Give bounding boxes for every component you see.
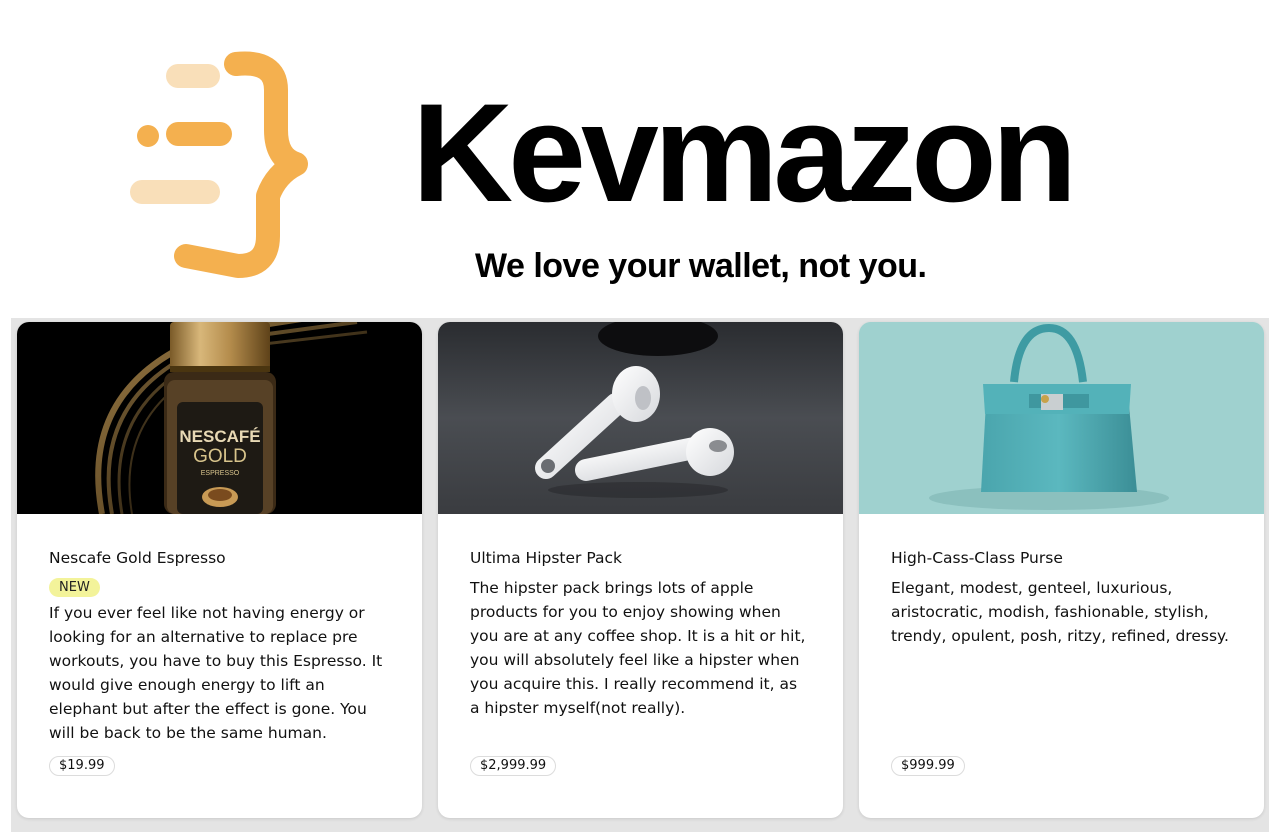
- product-info: Nescafe Gold Espresso NEW If you ever fe…: [17, 514, 422, 818]
- coffee-jar-image: NESCAFÉ GOLD ESPRESSO: [95, 322, 368, 514]
- jar-label-brand: NESCAFÉ: [179, 427, 260, 446]
- purse-image: [859, 322, 1264, 514]
- price-tag: $2,999.99: [470, 756, 557, 776]
- product-description: The hipster pack brings lots of apple pr…: [470, 579, 806, 717]
- product-card[interactable]: Ultima Hipster Pack The hipster pack bri…: [438, 322, 843, 818]
- product-image[interactable]: [438, 322, 843, 514]
- product-title[interactable]: High-Cass-Class Purse: [891, 548, 1232, 568]
- product-title[interactable]: Ultima Hipster Pack: [470, 548, 811, 568]
- earbuds-image: [438, 322, 843, 514]
- product-card[interactable]: High-Cass-Class Purse Elegant, modest, g…: [859, 322, 1264, 818]
- price-tag: $19.99: [49, 756, 115, 776]
- product-image[interactable]: NESCAFÉ GOLD ESPRESSO: [17, 322, 422, 514]
- price-tag: $999.99: [891, 756, 965, 776]
- product-grid: NESCAFÉ GOLD ESPRESSO Nescafe Gold Espre…: [11, 318, 1269, 832]
- jar-label-espresso: ESPRESSO: [201, 470, 240, 477]
- logo-icon[interactable]: [126, 50, 312, 280]
- tagline: We love your wallet, not you.: [475, 247, 927, 285]
- product-info: High-Cass-Class Purse Elegant, modest, g…: [859, 514, 1264, 818]
- product-title[interactable]: Nescafe Gold Espresso: [49, 548, 390, 568]
- product-description: If you ever feel like not having energy …: [49, 604, 383, 742]
- product-image[interactable]: [859, 322, 1264, 514]
- product-description: Elegant, modest, genteel, luxurious, ari…: [891, 579, 1229, 645]
- product-card[interactable]: NESCAFÉ GOLD ESPRESSO Nescafe Gold Espre…: [17, 322, 422, 818]
- product-info: Ultima Hipster Pack The hipster pack bri…: [438, 514, 843, 818]
- brand-name: Kevmazon: [412, 74, 1077, 231]
- site-header: Kevmazon We love your wallet, not you.: [0, 0, 1280, 318]
- jar-label-gold: GOLD: [193, 446, 247, 467]
- new-badge: NEW: [49, 578, 100, 597]
